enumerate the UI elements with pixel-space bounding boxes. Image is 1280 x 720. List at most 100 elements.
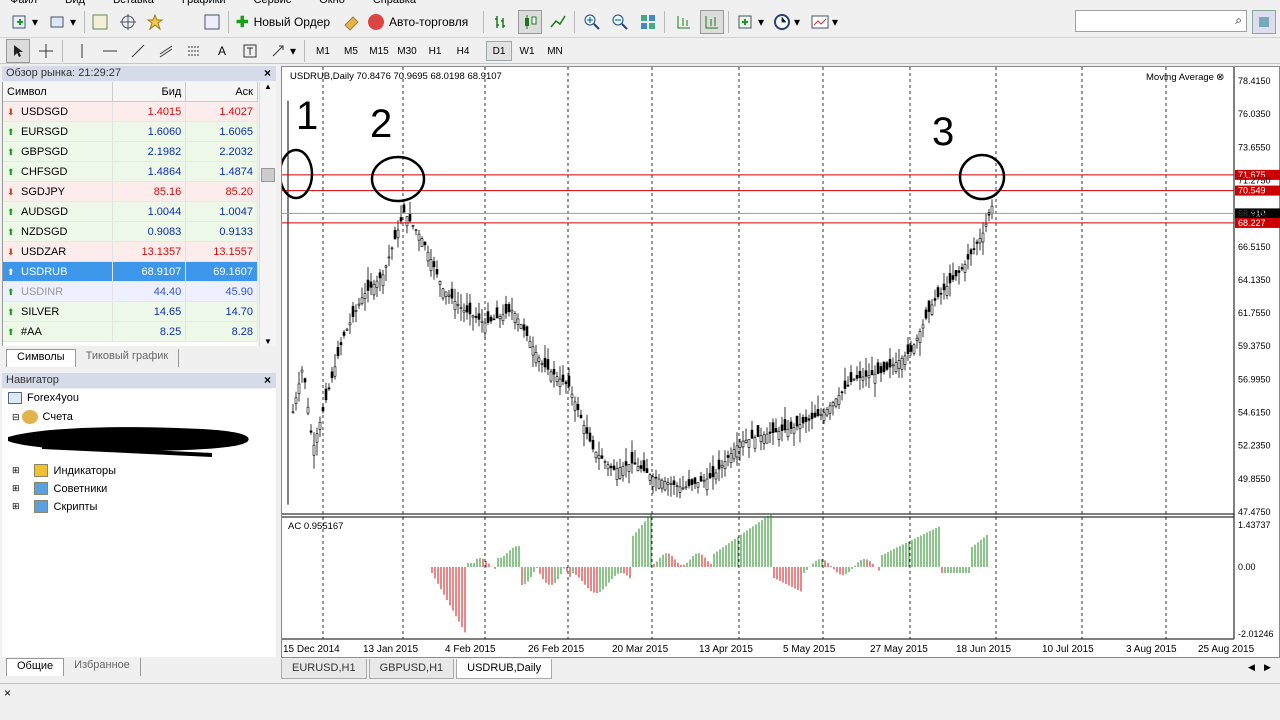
bar-chart-icon[interactable]	[490, 10, 514, 34]
metaeditor-icon[interactable]	[340, 10, 364, 34]
timeframe-m1[interactable]: M1	[310, 41, 336, 61]
community-icon[interactable]	[1252, 10, 1276, 34]
tree-node-accounts[interactable]: ⊟ Счета	[12, 410, 73, 424]
zoom-out-icon[interactable]	[608, 10, 632, 34]
profiles-icon[interactable]	[46, 10, 70, 34]
market-watch-scrollbar[interactable]: ▲ ▼	[259, 82, 276, 346]
expand-icon[interactable]: ⊞	[12, 465, 20, 476]
tabs-scroll-left-icon[interactable]: ◀	[1248, 662, 1255, 673]
timeframe-m15[interactable]: M15	[366, 41, 392, 61]
search-input[interactable]: ⌕	[1075, 10, 1247, 32]
text-icon[interactable]: A	[210, 39, 234, 63]
chevron-down-icon[interactable]: ▾	[756, 10, 766, 34]
table-row[interactable]: ⬆ AUDSGD 1.0044 1.0047	[3, 202, 258, 222]
chevron-down-icon[interactable]: ▾	[30, 10, 40, 34]
strategy-tester-icon[interactable]	[200, 10, 224, 34]
close-icon[interactable]: ×	[264, 373, 271, 387]
autoscroll-icon[interactable]	[700, 10, 724, 34]
autotrading-button[interactable]: Авто-торговля	[368, 10, 476, 34]
chart-tab[interactable]: EURUSD,H1	[281, 659, 367, 679]
timeframe-m30[interactable]: M30	[394, 41, 420, 61]
candle-body	[552, 368, 556, 375]
tree-node-scripts[interactable]: ⊞ Скрипты	[12, 500, 97, 513]
timeframe-h1[interactable]: H1	[422, 41, 448, 61]
candle-body	[714, 472, 718, 480]
table-row[interactable]: ⬆ GBPSGD 2.1982 2.2032	[3, 142, 258, 162]
channel-icon[interactable]	[154, 39, 178, 63]
chart-shift-icon[interactable]	[672, 10, 696, 34]
table-row[interactable]: ⬆ USDRUB 68.9107 69.1607	[3, 262, 258, 282]
scroll-up-icon[interactable]: ▲	[264, 82, 272, 91]
price-chart[interactable]: 71.67570.54968.91068.227 15 Dec 2014 13 J…	[278, 67, 1280, 659]
search-icon[interactable]: ⌕	[1235, 13, 1242, 28]
expand-icon[interactable]: ⊞	[12, 501, 20, 512]
periods-icon[interactable]	[770, 10, 794, 34]
tab-favorites[interactable]: Избранное	[64, 658, 141, 676]
chart-window[interactable]: 71.675 70.549 68.910 68.227 15 Dec 2014 13 J…	[278, 66, 1280, 659]
timeframe-mn[interactable]: MN	[542, 41, 568, 61]
tree-node-indicators[interactable]: ⊞ Индикаторы	[12, 464, 116, 477]
cursor-icon[interactable]	[6, 39, 30, 63]
favorites-icon[interactable]	[143, 10, 167, 34]
text-label-icon[interactable]	[238, 39, 262, 63]
zoom-in-icon[interactable]	[580, 10, 604, 34]
candle-body	[543, 358, 547, 368]
table-row[interactable]: ⬆ USDINR 44.40 45.90	[3, 282, 258, 302]
table-row[interactable]: ⬇ SGDJPY 85.16 85.20	[3, 182, 258, 202]
line-chart-icon[interactable]	[546, 10, 570, 34]
new-chart-icon[interactable]	[8, 10, 32, 34]
scroll-down-icon[interactable]: ▼	[264, 337, 272, 346]
column-header-symbol[interactable]: Символ	[3, 82, 113, 101]
chart-tab[interactable]: GBPUSD,H1	[368, 659, 455, 679]
table-row[interactable]: ⬇ USDSGD 1.4015 1.4027	[3, 102, 258, 122]
candle-body	[822, 412, 826, 421]
table-row[interactable]: ⬇ USDZAR 13.1357 13.1557	[3, 242, 258, 262]
table-row[interactable]: ⬆ SILVER 14.65 14.70	[3, 302, 258, 322]
column-header-bid[interactable]: Бид	[113, 82, 187, 101]
candle-body	[291, 411, 295, 414]
arrows-icon[interactable]	[266, 39, 290, 63]
indicators-icon[interactable]	[734, 10, 758, 34]
candle-body	[918, 331, 922, 343]
chevron-down-icon[interactable]: ▾	[830, 10, 840, 34]
chevron-down-icon[interactable]: ▾	[792, 10, 802, 34]
horizontal-line-icon[interactable]	[98, 39, 122, 63]
crosshair-tool-icon[interactable]	[34, 39, 58, 63]
timeframe-m5[interactable]: M5	[338, 41, 364, 61]
tile-windows-icon[interactable]	[636, 10, 660, 34]
table-row[interactable]: ⬆ EURSGD 1.6060 1.6065	[3, 122, 258, 142]
tab-symbols[interactable]: Символы	[6, 349, 76, 367]
candlestick-icon[interactable]	[518, 10, 542, 34]
chevron-down-icon[interactable]: ▾	[68, 10, 78, 34]
tree-node-expert-advisors[interactable]: ⊞ Советники	[12, 482, 107, 495]
fibonacci-icon[interactable]	[182, 39, 206, 63]
candle-body	[369, 281, 373, 288]
vertical-line-icon[interactable]	[70, 39, 94, 63]
candle-body	[855, 375, 859, 379]
close-icon[interactable]: ×	[4, 686, 11, 700]
timeframe-w1[interactable]: W1	[514, 41, 540, 61]
timeframe-d1[interactable]: D1	[486, 41, 512, 61]
table-row[interactable]: ⬆ #AA 8.25 8.28	[3, 322, 258, 342]
templates-icon[interactable]	[808, 10, 832, 34]
crosshair-icon[interactable]	[116, 10, 140, 34]
chevron-down-icon[interactable]: ▾	[288, 39, 298, 63]
new-order-button[interactable]: ✚ Новый Ордер	[236, 10, 336, 34]
timeframe-h4[interactable]: H4	[450, 41, 476, 61]
tabs-scroll-right-icon[interactable]: ▶	[1264, 662, 1271, 673]
close-icon[interactable]: ×	[264, 66, 271, 80]
collapse-icon[interactable]: ⊟	[12, 412, 20, 423]
tree-node-root[interactable]: Forex4you	[8, 392, 79, 404]
tab-common[interactable]: Общие	[6, 658, 65, 676]
table-row[interactable]: ⬆ CHFSGD 1.4864 1.4874	[3, 162, 258, 182]
annotation-number: 1	[296, 94, 318, 138]
chart-tab[interactable]: USDRUB,Daily	[456, 659, 553, 679]
expand-icon[interactable]: ⊞	[12, 483, 20, 494]
scrollbar-thumb[interactable]	[261, 168, 275, 182]
table-row[interactable]: ⬆ NZDSGD 0.9083 0.9133	[3, 222, 258, 242]
trendline-icon[interactable]	[126, 39, 150, 63]
column-header-ask[interactable]: Аск	[186, 82, 258, 101]
tree-accounts-label: Счета	[42, 411, 73, 423]
market-watch-icon[interactable]	[88, 10, 112, 34]
tab-tick-chart[interactable]: Тиковый график	[76, 349, 180, 367]
